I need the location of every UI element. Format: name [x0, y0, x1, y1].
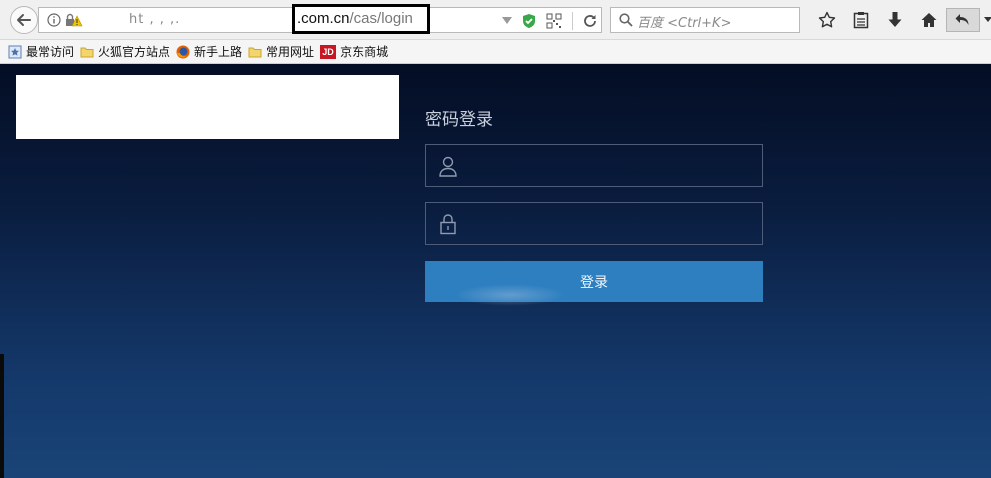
bookmark-star-icon — [8, 45, 22, 58]
password-input[interactable] — [470, 211, 754, 239]
arrow-left-icon — [17, 14, 31, 26]
url-bar-actions — [502, 12, 597, 30]
bookmark-label: 新手上路 — [194, 45, 243, 59]
clipboard-list-icon — [853, 12, 869, 29]
insecure-lock-icon — [66, 13, 83, 27]
search-icon — [619, 13, 633, 27]
left-edge-shadow — [0, 354, 4, 478]
dropdown-triangle-icon[interactable] — [502, 17, 512, 25]
redacted-banner — [16, 75, 399, 139]
bookmark-label: 最常访问 — [26, 45, 75, 59]
back-button[interactable] — [10, 6, 38, 34]
bookmark-most-visited[interactable]: 最常访问 — [8, 43, 74, 60]
bookmark-label: 京东商城 — [340, 45, 389, 59]
bookmarks-bar: 最常访问 火狐官方站点 新手上路 常用网址 JD 京东商城 — [0, 40, 991, 64]
toolbar-buttons — [810, 8, 991, 32]
url-highlight-box: .com.cn/cas/login — [292, 4, 430, 34]
undo-arrow-icon — [955, 14, 969, 25]
url-divider — [572, 12, 573, 30]
user-icon — [439, 156, 457, 177]
search-placeholder: 百度 <Ctrl+K> — [637, 16, 732, 31]
url-bar[interactable]: ht , , ,. .com.cn/cas/login — [38, 4, 602, 34]
url-path: /cas/login — [349, 10, 413, 27]
info-icon — [47, 13, 61, 27]
url-prefix: ht , , ,. — [129, 12, 181, 27]
chevron-down-icon — [984, 17, 991, 22]
username-input[interactable] — [470, 153, 754, 181]
site-identity[interactable] — [47, 13, 83, 27]
menu-dropdown-button[interactable] — [980, 8, 991, 32]
bookmark-jd-mall[interactable]: JD 京东商城 — [320, 43, 388, 60]
home-icon — [921, 13, 937, 27]
folder-icon — [80, 47, 94, 57]
reload-icon[interactable] — [583, 14, 597, 28]
url-domain: .com.cn — [297, 10, 350, 27]
undo-button[interactable] — [946, 8, 980, 32]
reading-list-button[interactable] — [844, 8, 878, 32]
qr-code-icon[interactable] — [546, 13, 562, 29]
login-title: 密码登录 — [425, 110, 493, 130]
firefox-icon — [176, 45, 190, 58]
bookmark-label: 常用网址 — [266, 45, 315, 59]
username-field[interactable] — [425, 144, 763, 187]
star-icon — [818, 11, 836, 28]
lock-icon — [440, 214, 456, 235]
folder-icon — [248, 47, 262, 57]
bookmark-common-sites[interactable]: 常用网址 — [248, 43, 314, 60]
bookmark-star-button[interactable] — [810, 8, 844, 32]
password-field[interactable] — [425, 202, 763, 245]
login-page: 密码登录 登录 — [0, 64, 991, 478]
home-button[interactable] — [912, 8, 946, 32]
jd-logo-icon: JD — [320, 44, 337, 59]
image-artifact — [455, 284, 565, 306]
browser-toolbar: ht , , ,. .com.cn/cas/login 百度 <Ctrl+K> — [0, 0, 991, 40]
search-bar[interactable]: 百度 <Ctrl+K> — [610, 7, 800, 33]
bookmark-getting-started[interactable]: 新手上路 — [176, 43, 242, 60]
bookmark-firefox-site[interactable]: 火狐官方站点 — [80, 43, 170, 60]
download-arrow-icon — [888, 12, 902, 27]
downloads-button[interactable] — [878, 8, 912, 32]
shield-check-icon[interactable] — [522, 13, 536, 29]
bookmark-label: 火狐官方站点 — [98, 45, 171, 59]
